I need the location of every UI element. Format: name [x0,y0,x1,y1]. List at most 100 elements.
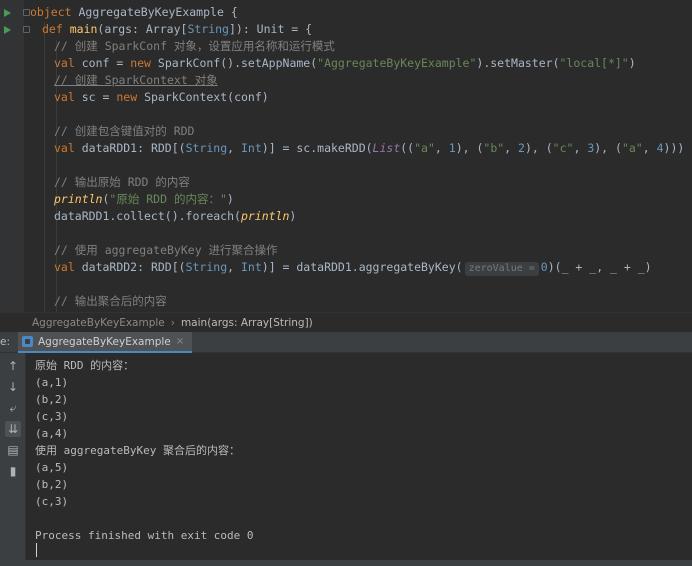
code-text: SparkConf().setAppName( [157,56,318,70]
comment-line: // 输出原始 RDD 的内容 [54,175,190,189]
console-line: (c,3) [35,495,69,508]
comment-line: // 使用 aggregateByKey 进行聚合操作 [54,243,278,257]
run-tab-label: AggregateByKeyExample [38,335,171,348]
code-editor[interactable]: object AggregateByKeyExample { def main(… [0,0,692,312]
kw-new: new [130,56,151,70]
string-literal: "原始 RDD 的内容：" [109,192,227,206]
kw-object: object [30,5,72,19]
console-line: (a,5) [35,461,69,474]
code-line-println: println("原始 RDD 的内容：") [54,191,234,208]
up-icon[interactable]: ↑ [5,358,21,374]
code-text: ]): Unit = { [228,22,313,36]
close-icon[interactable]: × [176,336,184,347]
console-toolbar: ↑ ↓ ⤶ ⇊ ▤ ▮ [0,353,26,566]
code-text: (( [400,141,415,155]
code-text: , [642,141,657,155]
kw-val: val [54,141,75,155]
code-text: conf = [81,56,131,70]
breadcrumb-method[interactable]: main(args: Array[String]) [181,317,313,329]
string-literal: "AggregateByKeyExample" [317,56,477,70]
number-literal: 2 [518,141,525,155]
editor-gutter [0,0,24,312]
brace: { [230,5,238,19]
console-line: (b,2) [35,478,69,491]
string-literal: "local[*]" [559,56,629,70]
type-string: String [185,260,228,274]
code-text: , [504,141,519,155]
console-exit-line: Process finished with exit code 0 [35,529,254,542]
run-tab[interactable]: AggregateByKeyExample × [18,332,193,353]
code-line-sc: val sc = new SparkContext(conf) [54,89,269,106]
fold-marker-icon[interactable] [23,9,30,16]
code-text: SparkContext(conf) [144,90,269,104]
console-line: (a,4) [35,427,69,440]
run-label: e: [0,336,10,348]
comment-line: // 创建包含键值对的 RDD [54,124,195,138]
code-text: ), ( [455,141,484,155]
kw-val: val [54,260,75,274]
code-text: , [573,141,588,155]
string-literal: "b" [483,141,505,155]
console-output[interactable]: 原始 RDD 的内容： (a,1) (b,2) (c,3) (a,4) 使用 a… [26,353,692,566]
code-line-object: object AggregateByKeyExample { [30,4,238,21]
code-text: dataRDD1.collect().foreach( [54,209,241,223]
scala-object-icon [22,336,33,347]
code-text: )(_ + _, _ + _) [547,260,652,274]
kw-val: val [54,56,75,70]
comment-line: // 创建 SparkConf 对象，设置应用名称和运行模式 [54,39,335,53]
fn-println: println [240,209,290,223]
code-text: ) [628,56,636,70]
fn-println: println [54,192,103,206]
print-icon[interactable]: ▤ [5,442,21,458]
code-line-conf: val conf = new SparkConf().setAppName("A… [54,55,636,72]
code-text: , [434,141,449,155]
code-text: dataRDD2: RDD[( [81,260,186,274]
code-text: dataRDD1: RDD[( [81,141,186,155]
console-line: (c,3) [35,410,69,423]
code-line-main: def main(args: Array[String]): Unit = { [42,21,312,38]
comment-line: // 输出聚合后的内容 [54,294,167,308]
kw-val: val [54,90,75,104]
code-text: ), ( [524,141,553,155]
code-text: ), ( [594,141,622,155]
scroll-to-end-icon[interactable]: ⇊ [5,421,21,437]
code-line-rdd1: val dataRDD1: RDD[(String, Int)] = sc.ma… [54,140,684,157]
indent-guide [44,22,45,312]
fn-list: List [372,141,401,155]
trash-icon[interactable]: ▮ [5,463,21,479]
code-text: (args: Array[ [97,22,188,36]
code-line-rdd2: val dataRDD2: RDD[(String, Int)] = dataR… [54,259,652,276]
down-icon[interactable]: ↓ [5,379,21,395]
fold-marker-icon[interactable] [23,26,30,33]
code-text: ).setMaster( [476,56,560,70]
breadcrumb-object[interactable]: AggregateByKeyExample [32,317,165,329]
chevron-right-icon: › [170,317,175,329]
parameter-hint: zeroValue = [464,262,539,276]
fn-main: main [69,22,98,36]
code-text: , [227,141,241,155]
run-main-icon[interactable] [4,26,11,34]
text-caret [36,543,37,557]
type-string: String [187,22,229,36]
wrap-icon[interactable]: ⤶ [5,400,21,416]
number-literal: 4 [656,141,664,155]
type-string: String [185,141,228,155]
type-int: Int [240,260,262,274]
object-name: AggregateByKeyExample [78,5,224,19]
breadcrumb: AggregateByKeyExample › main(args: Array[S… [0,312,692,332]
string-literal: "a" [621,141,643,155]
comment-line: // 创建 SparkContext 对象 [54,73,218,87]
console-line: (a,1) [35,376,69,389]
run-object-icon[interactable] [4,9,11,17]
number-literal: 0 [540,260,548,274]
code-text: ) [289,209,297,223]
status-strip [0,560,692,566]
run-tool-window-header: e: AggregateByKeyExample × [0,332,692,353]
kw-def: def [42,22,63,36]
kw-new: new [116,90,138,104]
code-text: )] = sc.makeRDD( [261,141,373,155]
code-text: ))) [663,141,685,155]
string-literal: "a" [414,141,435,155]
code-text: )] = dataRDD1.aggregateByKey( [261,260,463,274]
type-int: Int [240,141,262,155]
